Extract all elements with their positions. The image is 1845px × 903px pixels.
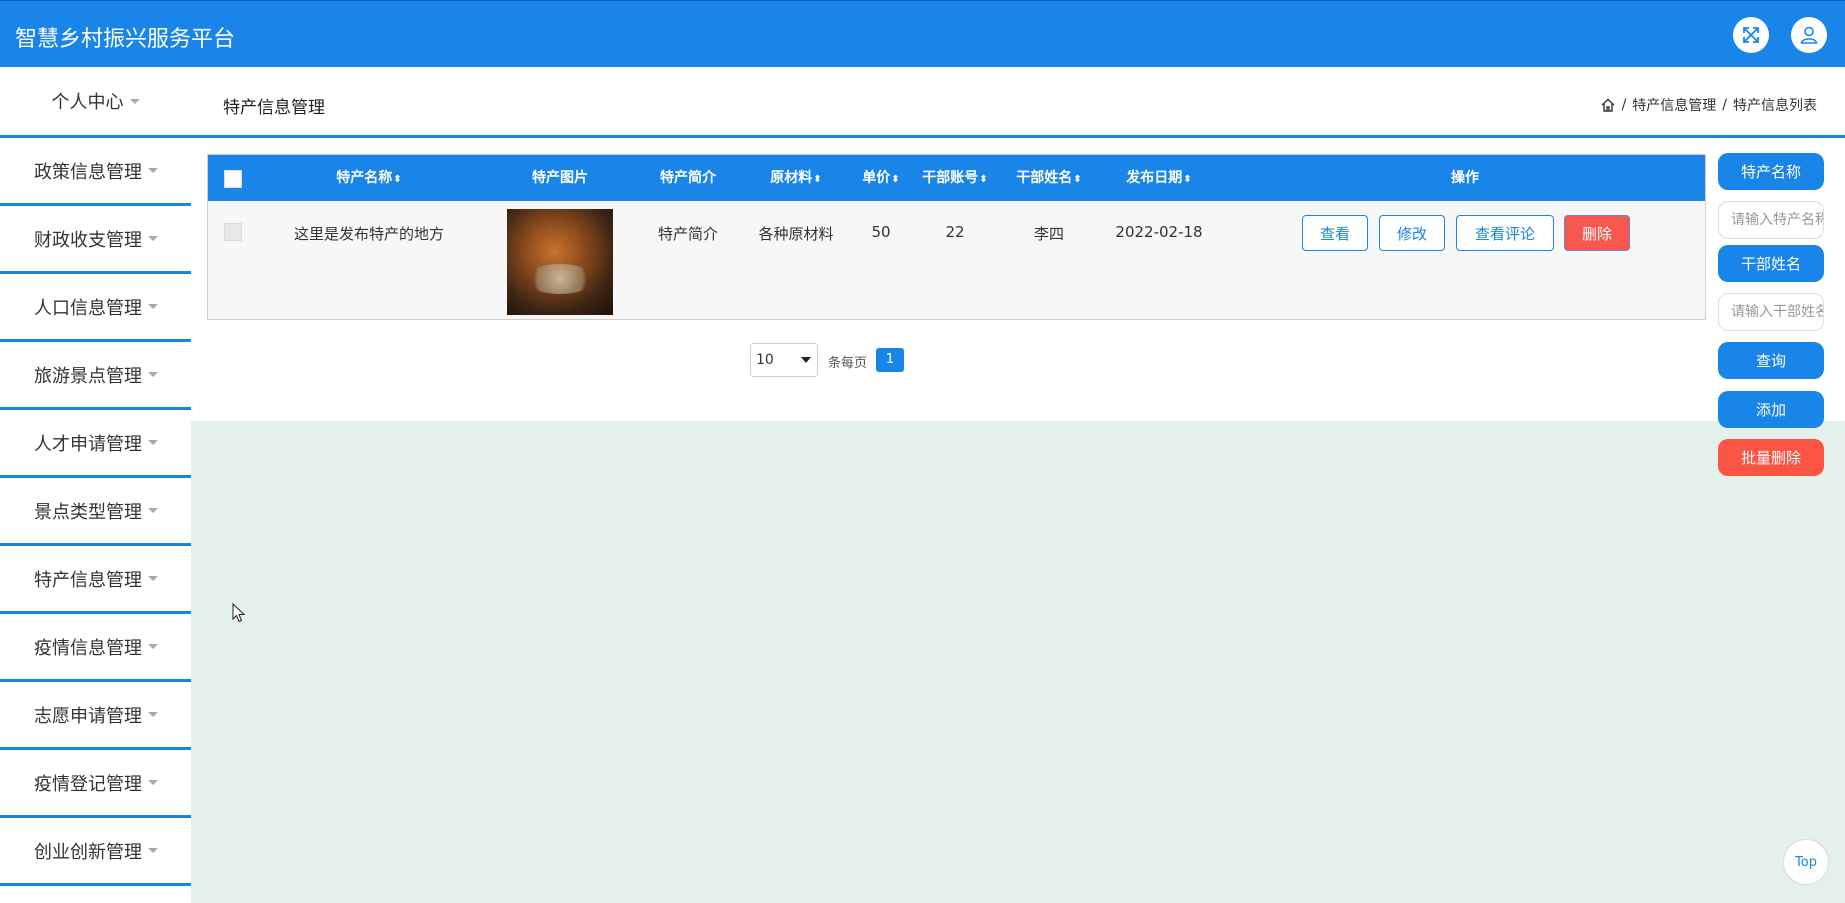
sidebar-item-label: 景点类型管理	[34, 501, 142, 523]
view-button[interactable]: 查看	[1302, 215, 1368, 251]
sort-icon: ⬍	[813, 174, 822, 185]
batch-delete-button[interactable]: 批量删除	[1718, 439, 1824, 476]
sidebar-item-9[interactable]: 疫情登记管理	[0, 747, 191, 815]
sidebar-item-5[interactable]: 景点类型管理	[0, 475, 191, 543]
sidebar-item-0[interactable]: 政策信息管理	[0, 135, 191, 203]
sidebar-item-label: 创业创新管理	[34, 841, 142, 863]
cell-cadre: 李四	[1033, 225, 1065, 243]
column-header-material[interactable]: 原材料⬍	[770, 155, 821, 201]
add-button[interactable]: 添加	[1718, 391, 1824, 428]
sidebar-item-label: 疫情信息管理	[34, 637, 142, 659]
sidebar-item-label: 人才申请管理	[34, 433, 142, 455]
column-header-cadre[interactable]: 干部姓名⬍	[1016, 155, 1081, 201]
breadcrumb-separator: /	[1621, 97, 1627, 113]
sidebar-item-label: 志愿申请管理	[34, 705, 142, 727]
caret-down-icon	[148, 168, 158, 173]
sort-icon: ⬍	[979, 174, 988, 185]
fullscreen-button[interactable]	[1733, 17, 1769, 53]
column-header-actions: 操作	[1451, 170, 1479, 186]
breadcrumb-item[interactable]: 特产信息管理	[1632, 95, 1716, 115]
caret-down-icon	[148, 848, 158, 853]
sidebar-item-label: 政策信息管理	[34, 161, 142, 183]
cell-account: 22	[945, 223, 965, 241]
per-page-label: 条每页	[828, 356, 868, 371]
query-button[interactable]: 查询	[1718, 342, 1824, 379]
caret-down-icon	[148, 780, 158, 785]
sort-icon: ⬍	[393, 174, 402, 185]
data-table: 特产名称⬍ 特产图片 特产简介 原材料⬍ 单价⬍ 干部账号⬍ 干部姓名⬍ 发布日…	[207, 154, 1706, 320]
sidebar-item-2[interactable]: 人口信息管理	[0, 271, 191, 339]
cell-price: 50	[871, 223, 891, 241]
product-image[interactable]	[507, 209, 613, 315]
search-cadre-label: 干部姓名	[1718, 245, 1824, 282]
sort-icon: ⬍	[891, 174, 900, 185]
page-title: 特产信息管理	[223, 98, 325, 118]
breadcrumb-item: 特产信息列表	[1733, 98, 1817, 114]
column-header-name[interactable]: 特产名称⬍	[336, 155, 401, 201]
fullscreen-icon	[1743, 27, 1759, 43]
caret-down-icon	[148, 644, 158, 649]
mouse-cursor-icon	[232, 603, 246, 623]
sidebar-item-label: 特产信息管理	[34, 569, 142, 591]
sidebar-item-6[interactable]: 特产信息管理	[0, 543, 191, 611]
sidebar: 个人中心 政策信息管理 财政收支管理 人口信息管理 旅游景点管理 人才申请管理 景点类型管…	[0, 67, 191, 903]
top-bar: 智慧乡村振兴服务平台	[0, 0, 1845, 67]
content-header: 特产信息管理 / 特产信息管理 / 特产信息列表	[191, 67, 1845, 138]
user-icon	[1800, 26, 1818, 44]
sidebar-item-label: 疫情登记管理	[34, 773, 142, 795]
search-name-label: 特产名称	[1718, 153, 1824, 190]
sidebar-item-personal-center[interactable]: 个人中心	[0, 67, 191, 135]
table-header: 特产名称⬍ 特产图片 特产简介 原材料⬍ 单价⬍ 干部账号⬍ 干部姓名⬍ 发布日…	[208, 155, 1705, 201]
user-menu-button[interactable]	[1791, 17, 1827, 53]
delete-button[interactable]: 删除	[1564, 215, 1630, 251]
breadcrumb: / 特产信息管理 / 特产信息列表	[1600, 95, 1817, 115]
caret-down-icon	[148, 440, 158, 445]
cell-material: 各种原材料	[758, 225, 834, 243]
page-number-current[interactable]: 1	[876, 348, 904, 372]
cell-intro: 特产简介	[657, 225, 719, 243]
breadcrumb-separator: /	[1722, 97, 1727, 113]
column-header-price[interactable]: 单价⬍	[862, 155, 899, 201]
view-comments-button[interactable]: 查看评论	[1456, 215, 1554, 251]
column-header-date[interactable]: 发布日期⬍	[1126, 155, 1191, 201]
sort-icon: ⬍	[1183, 174, 1192, 185]
search-name-input[interactable]: 请输入特产名称	[1718, 201, 1824, 239]
sidebar-item-label: 旅游景点管理	[34, 365, 142, 387]
app-title: 智慧乡村振兴服务平台	[15, 27, 236, 52]
column-header-image: 特产图片	[532, 170, 588, 186]
row-checkbox[interactable]	[224, 223, 242, 241]
caret-down-icon	[129, 98, 140, 104]
chevron-down-icon	[801, 357, 811, 363]
caret-down-icon	[148, 508, 158, 513]
sidebar-item-7[interactable]: 疫情信息管理	[0, 611, 191, 679]
home-icon[interactable]	[1600, 97, 1616, 113]
search-cadre-input[interactable]: 请输入干部姓名	[1718, 293, 1824, 331]
sort-icon: ⬍	[1073, 174, 1082, 185]
caret-down-icon	[148, 372, 158, 377]
caret-down-icon	[148, 304, 158, 309]
caret-down-icon	[148, 236, 158, 241]
sidebar-item-4[interactable]: 人才申请管理	[0, 407, 191, 475]
cell-date: 2022-02-18	[1115, 223, 1203, 241]
cell-name: 这里是发布特产的地方	[293, 225, 445, 243]
sidebar-item-label: 财政收支管理	[34, 229, 142, 251]
sidebar-item-10[interactable]: 创业创新管理	[0, 815, 191, 886]
sidebar-menu: 政策信息管理 财政收支管理 人口信息管理 旅游景点管理 人才申请管理 景点类型管理 特产信息…	[0, 135, 191, 886]
select-all-checkbox[interactable]	[224, 170, 242, 188]
page-size-select[interactable]: 10	[750, 343, 818, 377]
page-size-value: 10	[756, 352, 774, 368]
column-header-intro: 特产简介	[660, 170, 716, 186]
sidebar-item-label: 人口信息管理	[34, 297, 142, 319]
edit-button[interactable]: 修改	[1379, 215, 1445, 251]
sidebar-item-8[interactable]: 志愿申请管理	[0, 679, 191, 747]
sidebar-head-label: 个人中心	[51, 92, 124, 113]
back-to-top-button[interactable]: Top	[1783, 839, 1829, 885]
caret-down-icon	[148, 712, 158, 717]
sidebar-item-3[interactable]: 旅游景点管理	[0, 339, 191, 407]
column-header-account[interactable]: 干部账号⬍	[922, 155, 987, 201]
sidebar-item-1[interactable]: 财政收支管理	[0, 203, 191, 271]
caret-down-icon	[148, 576, 158, 581]
